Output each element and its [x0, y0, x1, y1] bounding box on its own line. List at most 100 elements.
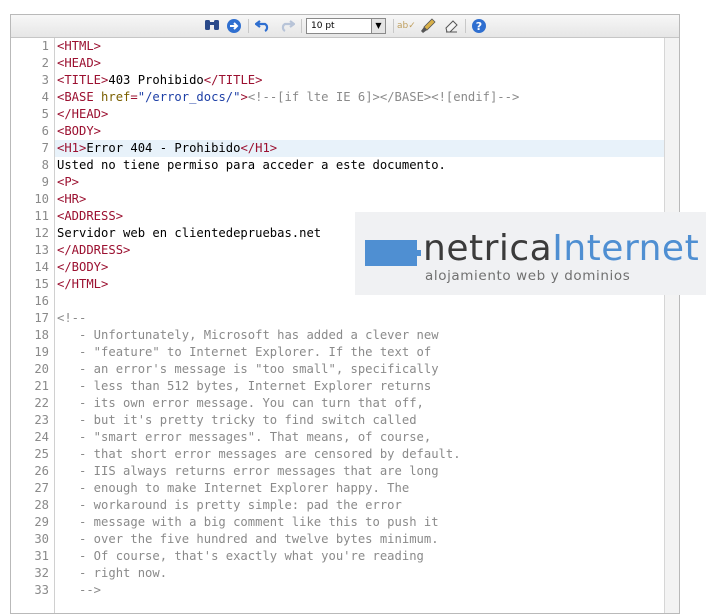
code-token: - that short error messages are censored…	[57, 447, 461, 461]
line-number: 30	[34, 532, 49, 546]
code-line[interactable]: - but it's pretty tricky to find switch …	[57, 412, 417, 429]
code-line[interactable]: - enough to make Internet Explorer happy…	[57, 480, 409, 497]
code-token: - "feature" to Internet Explorer. If the…	[57, 345, 432, 359]
line-number: 11	[34, 209, 49, 223]
redo-icon[interactable]	[278, 18, 296, 34]
code-token: -->	[57, 583, 102, 597]
code-token: <!--	[57, 311, 87, 325]
eraser-icon[interactable]	[442, 18, 460, 34]
code-token: - less than 512 bytes, Internet Explorer…	[57, 379, 432, 393]
line-number: 21	[34, 379, 49, 393]
line-number: 9	[41, 175, 49, 189]
logo-name: netricaInternet	[423, 229, 699, 269]
line-number: 15	[34, 277, 49, 291]
brush-icon[interactable]	[419, 18, 437, 34]
toolbar-separator	[465, 19, 466, 33]
code-token: </H1>	[240, 141, 278, 155]
code-line[interactable]: - Of course, that's exactly what you're …	[57, 548, 424, 565]
code-line[interactable]: - IIS always returns error messages that…	[57, 463, 439, 480]
code-token: <HEAD>	[57, 56, 102, 70]
code-line[interactable]: - right now.	[57, 565, 167, 582]
code-line[interactable]: </HEAD>	[57, 106, 108, 123]
code-line[interactable]: - less than 512 bytes, Internet Explorer…	[57, 378, 431, 395]
code-line[interactable]: - "feature" to Internet Explorer. If the…	[57, 344, 431, 361]
code-line[interactable]: -->	[57, 582, 101, 599]
line-number: 4	[41, 90, 49, 104]
code-line[interactable]: - an error's message is "too small", spe…	[57, 361, 439, 378]
line-number: 10	[34, 192, 49, 206]
logo-tagline: alojamiento web y dominios	[425, 268, 631, 284]
code-line[interactable]: </BODY>	[57, 259, 108, 276]
code-line[interactable]: - that short error messages are censored…	[57, 446, 461, 463]
binoculars-icon[interactable]	[203, 18, 221, 34]
navigate-icon[interactable]	[225, 18, 243, 34]
line-number: 16	[34, 294, 49, 308]
code-token: - over the five hundred and twelve bytes…	[57, 532, 439, 546]
code-line[interactable]: <BASE href="/error_docs/"><!--[if lte IE…	[57, 89, 519, 106]
line-number: 20	[34, 362, 49, 376]
undo-icon[interactable]	[254, 18, 272, 34]
line-number: 3	[41, 73, 49, 87]
code-token: </HEAD>	[57, 107, 109, 121]
line-number: 19	[34, 345, 49, 359]
code-token: - Unfortunately, Microsoft has added a c…	[57, 328, 439, 342]
code-line[interactable]: Servidor web en clientedepruebas.net	[57, 225, 321, 242]
code-token: - message with a big comment like this t…	[57, 515, 439, 529]
code-line[interactable]: <HEAD>	[57, 55, 101, 72]
code-line[interactable]: </ADDRESS>	[57, 242, 130, 259]
code-line[interactable]: - over the five hundred and twelve bytes…	[57, 531, 439, 548]
line-number: 6	[41, 124, 49, 138]
code-token: <H1>	[57, 141, 87, 155]
line-number: 18	[34, 328, 49, 342]
line-number: 7	[41, 141, 49, 155]
code-line[interactable]: Usted no tiene permiso para acceder a es…	[57, 157, 446, 174]
line-number: 17	[34, 311, 49, 325]
spellcheck-icon[interactable]: ab✓	[397, 18, 416, 34]
code-token: "/error_docs/"	[137, 90, 241, 104]
code-content[interactable]: <HTML> <HEAD> <TITLE>403 Prohibido</TITLE>…	[55, 38, 665, 613]
help-icon[interactable]: ?	[470, 18, 488, 34]
code-line[interactable]: <HTML>	[57, 38, 101, 55]
code-token: </TITLE>	[203, 73, 263, 87]
code-token: </HTML>	[57, 277, 109, 291]
code-token: - enough to make Internet Explorer happy…	[57, 481, 410, 495]
code-line[interactable]: <!--	[57, 310, 86, 327]
code-token: - right now.	[57, 566, 168, 580]
font-size-value: 10 pt	[311, 21, 335, 31]
code-line[interactable]: </HTML>	[57, 276, 108, 293]
code-line[interactable]: <TITLE>403 Prohibido</TITLE>	[57, 72, 262, 89]
code-line[interactable]: <ADDRESS>	[57, 208, 123, 225]
code-line[interactable]: <H1>Error 404 - Prohibido</H1>	[57, 140, 277, 157]
line-number: 29	[34, 515, 49, 529]
code-token: <BODY>	[57, 124, 102, 138]
code-line[interactable]: - workaround is pretty simple: pad the e…	[57, 497, 402, 514]
code-line[interactable]: <P>	[57, 174, 79, 191]
code-token: <HR>	[57, 192, 87, 206]
line-number: 2	[41, 56, 49, 70]
code-line[interactable]: - its own error message. You can turn th…	[57, 395, 424, 412]
code-editor[interactable]: 10 pt ▼ ab✓ ? 1 2 3 4 5 6 7 8 9 10 11 12 13 14 15 16 17 1…	[10, 14, 680, 614]
line-number: 8	[41, 158, 49, 172]
font-size-select[interactable]: 10 pt ▼	[306, 18, 386, 34]
toolbar-separator	[301, 19, 302, 33]
code-line[interactable]: <HR>	[57, 191, 86, 208]
code-token: - its own error message. You can turn th…	[57, 396, 424, 410]
editor-toolbar: 10 pt ▼ ab✓ ?	[11, 15, 679, 38]
code-line[interactable]: - "smart error messages". That means, of…	[57, 429, 431, 446]
line-number: 5	[41, 107, 49, 121]
code-token: - "smart error messages". That means, of…	[57, 430, 432, 444]
code-token: <ADDRESS>	[57, 209, 124, 223]
line-number: 23	[34, 413, 49, 427]
code-token: href	[101, 90, 131, 104]
code-line[interactable]: - Unfortunately, Microsoft has added a c…	[57, 327, 439, 344]
code-token: <TITLE>	[57, 73, 109, 87]
line-number: 33	[34, 583, 49, 597]
code-line[interactable]: - message with a big comment like this t…	[57, 514, 439, 531]
vertical-scrollbar[interactable]	[664, 38, 679, 613]
toolbar-separator	[393, 19, 394, 33]
code-line[interactable]: <BODY>	[57, 123, 101, 140]
line-number: 1	[41, 39, 49, 53]
code-token: >	[240, 90, 248, 104]
code-token: - an error's message is "too small", spe…	[57, 362, 439, 376]
chevron-down-icon[interactable]: ▼	[371, 19, 385, 33]
